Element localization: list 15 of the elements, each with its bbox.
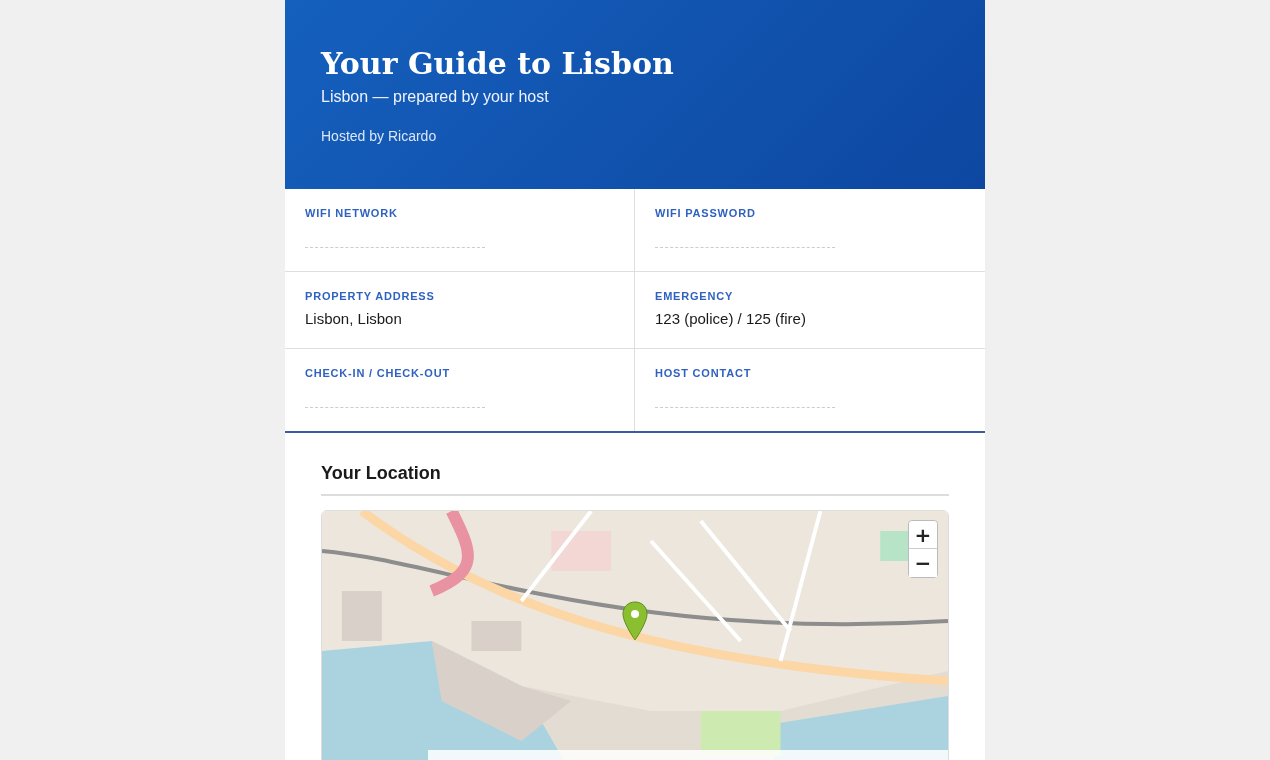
info-label: EMERGENCY [655, 290, 734, 302]
info-label: CHECK-IN / CHECK-OUT [305, 367, 450, 379]
zoom-in-button[interactable]: + [909, 521, 937, 549]
map-pin-icon [622, 601, 648, 641]
info-value: Lisbon, Lisbon [305, 310, 402, 327]
map[interactable]: + − [321, 510, 949, 760]
section-title: Your Location [321, 463, 949, 496]
info-value: 123 (police) / 125 (fire) [655, 310, 806, 327]
info-label: PROPERTY ADDRESS [305, 290, 435, 302]
page-title: Your Guide to Lisbon [321, 45, 674, 83]
info-label: WIFI PASSWORD [655, 207, 756, 219]
info-label: WIFI NETWORK [305, 207, 398, 219]
subtitle: Lisbon — prepared by your host [321, 88, 549, 106]
info-label: HOST CONTACT [655, 367, 752, 379]
host-name: Hosted by Ricardo [321, 128, 437, 144]
